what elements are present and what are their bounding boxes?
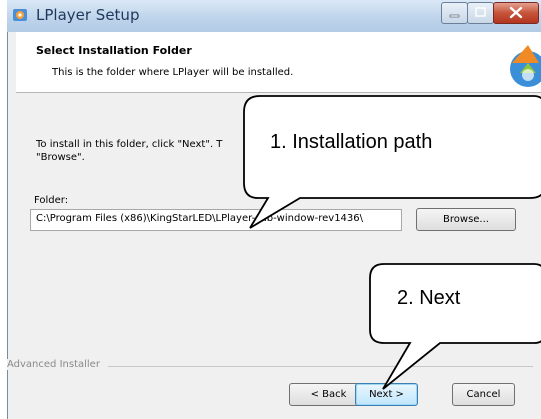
callout-installation-path-text: 1. Installation path [270,131,433,153]
callout-next-text: 2. Next [397,287,461,309]
callout-next [369,263,541,390]
callout-installation-path [243,95,541,229]
annotation-layer [243,95,541,390]
